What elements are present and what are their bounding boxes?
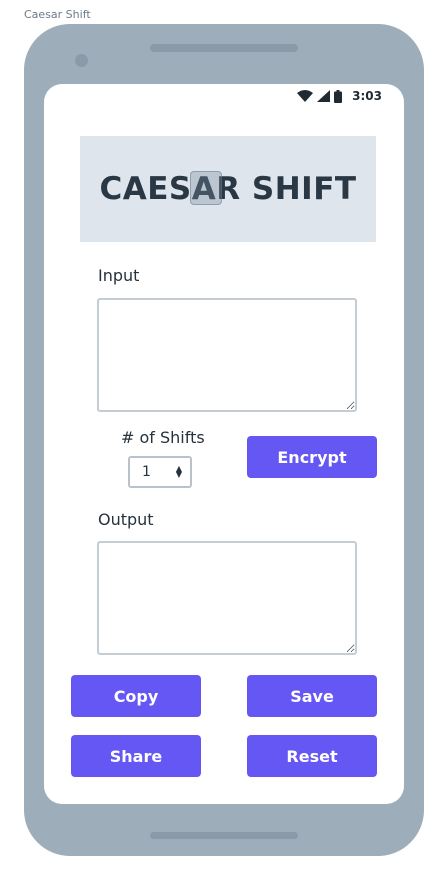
- phone-frame: 3:03 CAESAR SHIFT Input # of Shifts 1 ▲ ▼…: [24, 24, 424, 856]
- select-arrows-icon: ▲ ▼: [175, 464, 182, 479]
- input-label: Input: [98, 266, 140, 285]
- battery-icon: [334, 89, 343, 103]
- share-button[interactable]: Share: [71, 735, 201, 777]
- text-cursor-highlight: [190, 171, 222, 205]
- shifts-select-value: 1: [142, 464, 151, 480]
- frame-label: Caesar Shift: [24, 8, 91, 21]
- shifts-label: # of Shifts: [121, 428, 205, 447]
- phone-camera: [75, 54, 88, 67]
- save-button[interactable]: Save: [247, 675, 377, 717]
- copy-button[interactable]: Copy: [71, 675, 201, 717]
- input-textarea[interactable]: [97, 298, 357, 412]
- page-title: CAESAR SHIFT: [99, 171, 357, 207]
- output-textarea[interactable]: [97, 541, 357, 655]
- encrypt-button[interactable]: Encrypt: [247, 436, 377, 478]
- wifi-icon: [297, 90, 314, 102]
- app-screen: 3:03 CAESAR SHIFT Input # of Shifts 1 ▲ ▼…: [44, 84, 404, 804]
- signal-icon: [317, 90, 331, 102]
- phone-speaker: [150, 44, 298, 52]
- phone-home-bar: [150, 832, 298, 839]
- output-label: Output: [98, 510, 154, 529]
- app-banner: CAESAR SHIFT: [80, 136, 376, 242]
- shifts-select[interactable]: 1 ▲ ▼: [128, 456, 192, 488]
- status-time: 3:03: [352, 89, 382, 103]
- status-bar: 3:03: [297, 88, 382, 104]
- reset-button[interactable]: Reset: [247, 735, 377, 777]
